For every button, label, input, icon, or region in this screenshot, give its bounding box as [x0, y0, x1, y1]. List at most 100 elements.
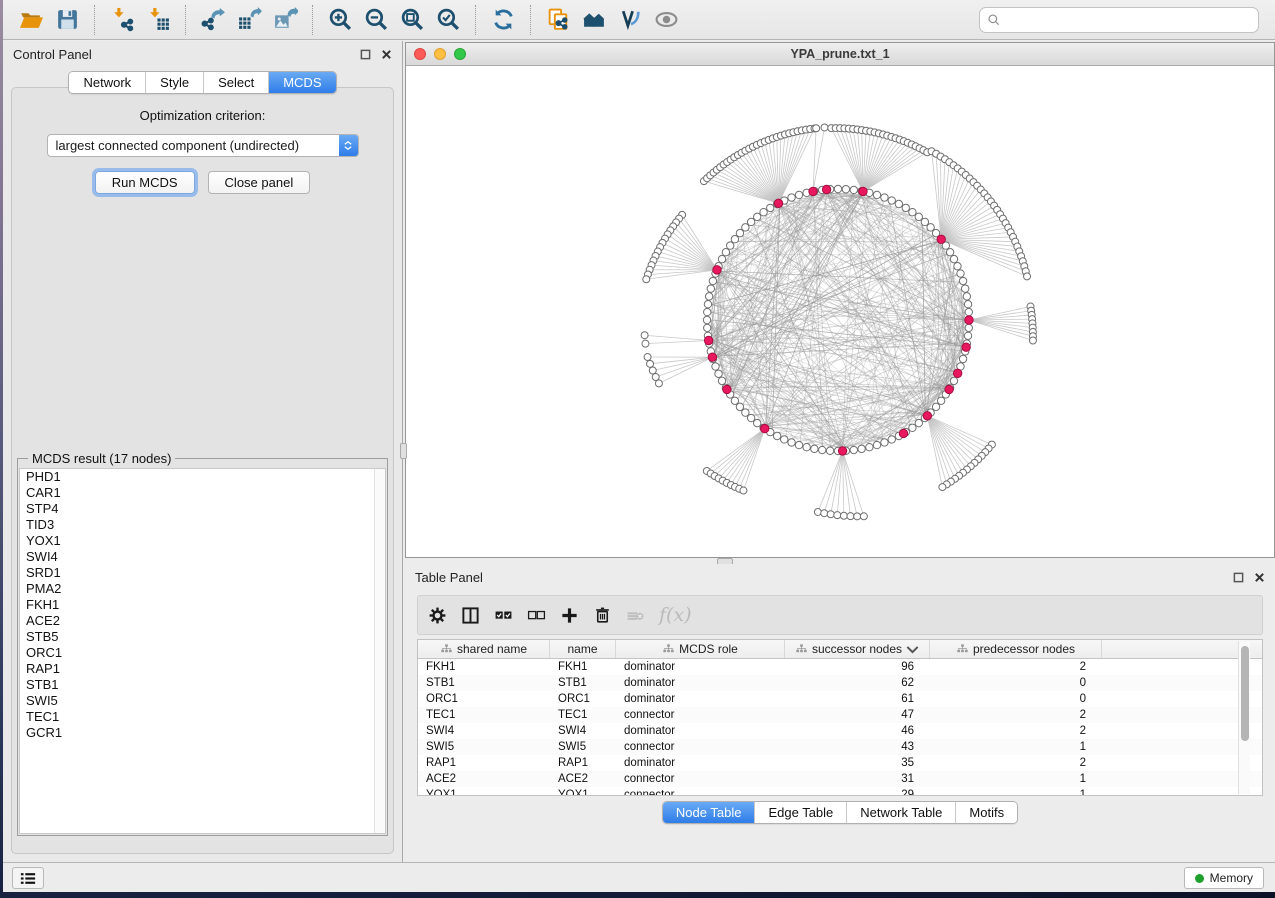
- mcds-node[interactable]: [923, 412, 931, 420]
- mcds-result-item[interactable]: SRD1: [20, 565, 385, 581]
- open-session-icon[interactable]: [16, 6, 46, 34]
- network-node[interactable]: [704, 324, 711, 331]
- zoom-out-icon[interactable]: [361, 6, 391, 34]
- save-session-icon[interactable]: [52, 6, 82, 34]
- network-node[interactable]: [964, 332, 971, 339]
- mcds-result-item[interactable]: RAP1: [20, 661, 385, 677]
- mcds-node[interactable]: [704, 336, 712, 344]
- network-node[interactable]: [718, 255, 725, 262]
- network-node[interactable]: [961, 285, 968, 292]
- mcds-node[interactable]: [962, 343, 970, 351]
- network-node[interactable]: [963, 293, 970, 300]
- network-node[interactable]: [873, 191, 880, 198]
- vizmap-toggle-icon[interactable]: [615, 6, 645, 34]
- network-node[interactable]: [754, 419, 761, 426]
- network-node[interactable]: [950, 377, 957, 384]
- mcds-node[interactable]: [713, 266, 721, 274]
- network-node[interactable]: [909, 208, 916, 215]
- tab-mcds[interactable]: MCDS: [268, 72, 335, 93]
- network-node[interactable]: [858, 445, 865, 452]
- table-row[interactable]: TEC1TEC1connector472: [418, 707, 1262, 723]
- mcds-result-item[interactable]: ORC1: [20, 645, 385, 661]
- network-leaf-node[interactable]: [834, 512, 841, 519]
- tab-network[interactable]: Network: [69, 72, 145, 93]
- task-history-button[interactable]: [12, 867, 44, 889]
- mcds-result-item[interactable]: CAR1: [20, 485, 385, 501]
- window-zoom-light[interactable]: [454, 48, 466, 60]
- network-node[interactable]: [959, 355, 966, 362]
- network-leaf-node[interactable]: [847, 513, 854, 520]
- network-leaf-node[interactable]: [649, 367, 656, 374]
- table-tab-motifs[interactable]: Motifs: [955, 802, 1017, 823]
- network-node[interactable]: [742, 224, 749, 231]
- select-all-rows-icon[interactable]: [494, 606, 513, 625]
- column-header-successor-nodes[interactable]: successor nodes: [785, 640, 930, 658]
- network-node[interactable]: [888, 436, 895, 443]
- mcds-node[interactable]: [761, 424, 769, 432]
- table-row[interactable]: RAP1RAP1dominator352: [418, 755, 1262, 771]
- network-node[interactable]: [937, 397, 944, 404]
- network-node[interactable]: [788, 439, 795, 446]
- search-input[interactable]: [1006, 12, 1251, 27]
- network-node[interactable]: [950, 255, 957, 262]
- network-node[interactable]: [715, 370, 722, 377]
- network-leaf-node[interactable]: [647, 360, 654, 367]
- network-node[interactable]: [773, 432, 780, 439]
- network-node[interactable]: [932, 403, 939, 410]
- network-node[interactable]: [826, 447, 833, 454]
- network-leaf-node[interactable]: [827, 511, 834, 518]
- network-node[interactable]: [736, 229, 743, 236]
- mcds-result-item[interactable]: GCR1: [20, 725, 385, 741]
- network-node[interactable]: [895, 200, 902, 207]
- network-node[interactable]: [707, 285, 714, 292]
- network-node[interactable]: [965, 308, 972, 315]
- network-leaf-node[interactable]: [740, 487, 747, 494]
- network-node[interactable]: [788, 194, 795, 201]
- network-leaf-node[interactable]: [939, 484, 946, 491]
- network-leaf-node[interactable]: [644, 354, 651, 361]
- network-node[interactable]: [722, 249, 729, 256]
- network-node[interactable]: [795, 441, 802, 448]
- mcds-result-item[interactable]: TEC1: [20, 709, 385, 725]
- table-settings-gear-icon[interactable]: [428, 606, 447, 625]
- close-table-panel-icon[interactable]: [1253, 572, 1265, 584]
- node-table[interactable]: shared namenameMCDS rolesuccessor nodesp…: [417, 639, 1263, 796]
- network-leaf-node[interactable]: [840, 512, 847, 519]
- network-leaf-node[interactable]: [652, 374, 659, 381]
- network-node[interactable]: [731, 236, 738, 243]
- network-node[interactable]: [795, 191, 802, 198]
- network-node[interactable]: [834, 185, 841, 192]
- column-header-predecessor-nodes[interactable]: predecessor nodes: [930, 640, 1102, 658]
- network-node[interactable]: [811, 445, 818, 452]
- mcds-result-list[interactable]: PHD1CAR1STP4TID3YOX1SWI4SRD1PMA2FKH1ACE2…: [19, 468, 386, 834]
- zoom-fit-icon[interactable]: [397, 6, 427, 34]
- mcds-result-item[interactable]: STP4: [20, 501, 385, 517]
- import-table-icon[interactable]: [143, 6, 173, 34]
- mcds-result-item[interactable]: ACE2: [20, 613, 385, 629]
- table-scrollbar-thumb[interactable]: [1241, 646, 1249, 741]
- mcds-node[interactable]: [945, 385, 953, 393]
- network-node[interactable]: [705, 293, 712, 300]
- network-window-titlebar[interactable]: YPA_prune.txt_1: [406, 43, 1274, 66]
- mcds-node[interactable]: [809, 187, 817, 195]
- network-node[interactable]: [964, 301, 971, 308]
- delete-column-icon[interactable]: [593, 606, 612, 625]
- network-node[interactable]: [767, 204, 774, 211]
- table-tab-edge-table[interactable]: Edge Table: [754, 802, 846, 823]
- network-node[interactable]: [704, 308, 711, 315]
- show-hide-eye-icon[interactable]: [651, 6, 681, 34]
- mcds-result-item[interactable]: TID3: [20, 517, 385, 533]
- tab-select[interactable]: Select: [203, 72, 268, 93]
- network-node[interactable]: [819, 446, 826, 453]
- mcds-node[interactable]: [774, 199, 782, 207]
- network-node[interactable]: [965, 324, 972, 331]
- mcds-list-scrollbar[interactable]: [374, 469, 385, 833]
- network-leaf-node[interactable]: [1024, 273, 1031, 280]
- export-table-icon[interactable]: [234, 6, 264, 34]
- table-row[interactable]: SWI4SWI4dominator462: [418, 723, 1262, 739]
- window-minimize-light[interactable]: [434, 48, 446, 60]
- network-node[interactable]: [731, 397, 738, 404]
- network-node[interactable]: [747, 414, 754, 421]
- network-node[interactable]: [866, 443, 873, 450]
- column-header-name[interactable]: name: [550, 640, 616, 658]
